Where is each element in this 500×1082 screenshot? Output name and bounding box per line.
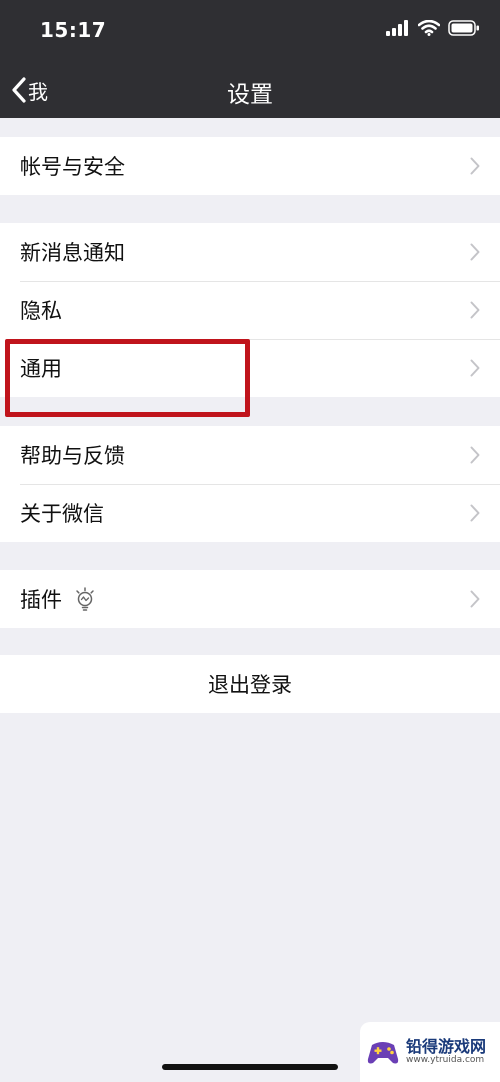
row-general[interactable]: 通用: [0, 339, 500, 397]
watermark-text: 铅得游戏网 www.ytruida.com: [406, 1038, 486, 1065]
status-time: 15:17: [40, 18, 107, 42]
row-new-message-notification[interactable]: 新消息通知: [0, 223, 500, 281]
watermark-url: www.ytruida.com: [406, 1054, 485, 1065]
row-label: 新消息通知: [20, 241, 125, 265]
row-plugins[interactable]: 插件: [0, 570, 500, 628]
nav-bar: 我 设置: [0, 62, 500, 118]
row-label: 隐私: [20, 299, 62, 323]
row-label: 插件: [20, 588, 62, 612]
row-label: 通用: [20, 357, 62, 381]
chevron-right-icon: [470, 590, 480, 608]
gamepad-icon: [367, 1042, 399, 1064]
settings-group-plugins: 插件: [0, 570, 500, 628]
chevron-right-icon: [470, 157, 480, 175]
settings-group-help: 帮助与反馈 关于微信: [0, 426, 500, 542]
logout-button[interactable]: 退出登录: [0, 655, 500, 713]
wifi-icon: [418, 20, 440, 36]
chevron-right-icon: [470, 359, 480, 377]
page-title: 设置: [227, 82, 273, 108]
row-label: 关于微信: [20, 502, 104, 526]
watermark-logo: 铅得游戏网 www.ytruida.com: [360, 1022, 500, 1082]
logout-group: 退出登录: [0, 655, 500, 713]
row-about-wechat[interactable]: 关于微信: [0, 484, 500, 542]
signal-icon: [386, 20, 408, 36]
chevron-right-icon: [470, 243, 480, 261]
row-account-security[interactable]: 帐号与安全: [0, 137, 500, 195]
settings-group-account: 帐号与安全: [0, 137, 500, 195]
home-indicator: [162, 1064, 338, 1070]
logout-label: 退出登录: [208, 673, 292, 697]
settings-group-general: 新消息通知 隐私 通用: [0, 223, 500, 397]
battery-icon: [448, 20, 479, 36]
row-label: 帮助与反馈: [20, 444, 125, 468]
row-label: 帐号与安全: [20, 155, 125, 179]
lightbulb-icon: [76, 587, 94, 611]
row-help-feedback[interactable]: 帮助与反馈: [0, 426, 500, 484]
chevron-right-icon: [470, 504, 480, 522]
status-icons: [378, 20, 480, 36]
status-bar: 15:17: [0, 0, 500, 62]
chevron-right-icon: [470, 301, 480, 319]
chevron-right-icon: [470, 446, 480, 464]
row-privacy[interactable]: 隐私: [0, 281, 500, 339]
watermark-name: 铅得游戏网: [406, 1037, 487, 1057]
